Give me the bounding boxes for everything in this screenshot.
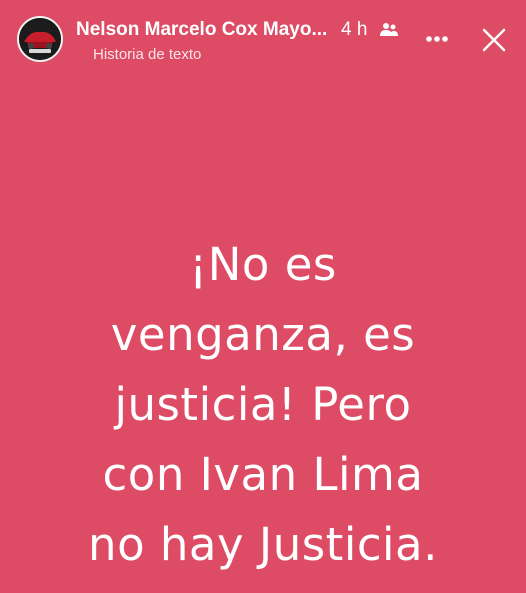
story-text: ¡No es venganza, es justicia! Pero con I… xyxy=(0,230,526,580)
story-viewer: Nelson Marcelo Cox Mayo... 4 h Historia … xyxy=(0,0,526,593)
avatar-image xyxy=(19,18,61,60)
author-name[interactable]: Nelson Marcelo Cox Mayo... xyxy=(76,18,327,42)
author-avatar[interactable] xyxy=(17,16,63,62)
friends-icon xyxy=(380,23,398,36)
more-dots-icon xyxy=(426,36,448,42)
story-text-line: con Ivan Lima xyxy=(102,448,424,501)
more-options-button[interactable] xyxy=(422,26,452,52)
story-header: Nelson Marcelo Cox Mayo... 4 h Historia … xyxy=(0,0,526,80)
close-button[interactable] xyxy=(480,26,508,54)
story-text-line: venganza, es xyxy=(110,308,416,361)
close-icon xyxy=(482,28,506,52)
story-text-line: no hay Justicia. xyxy=(88,518,438,571)
story-type-label: Historia de texto xyxy=(93,46,202,63)
post-time: 4 h xyxy=(341,19,368,40)
story-text-line: ¡No es xyxy=(189,238,337,291)
story-text-line: justicia! Pero xyxy=(114,378,412,431)
